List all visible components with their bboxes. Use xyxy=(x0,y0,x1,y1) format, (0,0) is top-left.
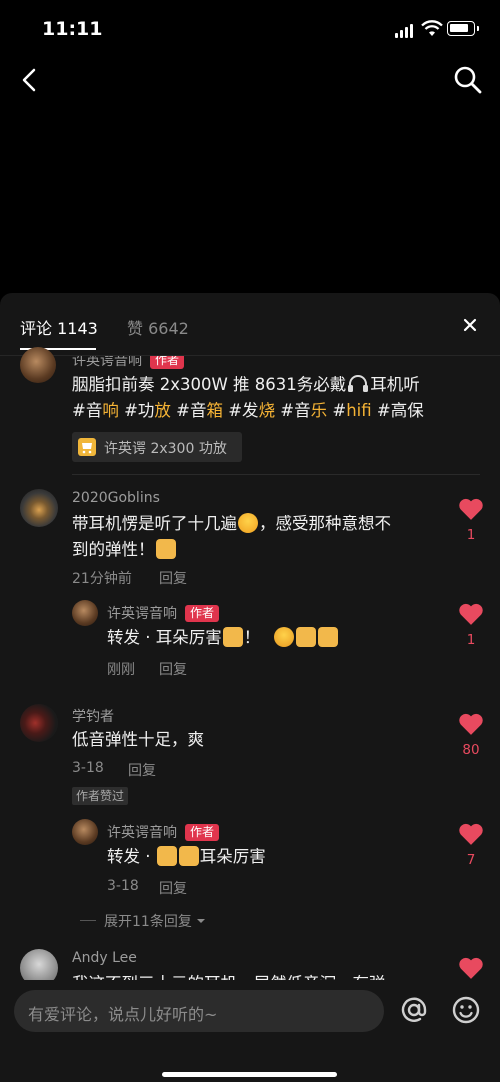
emoji-icon[interactable] xyxy=(450,994,482,1026)
chevron-down-icon xyxy=(196,919,205,923)
author-liked-badge: 作者赞过 xyxy=(72,787,129,805)
like-button[interactable]: 7 xyxy=(456,822,486,868)
like-count: 7 xyxy=(466,852,476,868)
heart-icon xyxy=(459,713,483,735)
comment-input-placeholder: 有爱评论，说点儿好听的~ xyxy=(28,1005,218,1024)
comment-hashtags: #音响 #功放 #音箱 #发烧 #音乐 #hifi #高保 xyxy=(72,397,424,424)
heart-icon xyxy=(459,823,483,845)
search-icon[interactable] xyxy=(450,62,486,98)
status-bar: 11:11 xyxy=(0,0,500,60)
like-button[interactable]: 1 xyxy=(456,602,486,648)
hashtag-text[interactable]: #音 xyxy=(72,401,102,420)
avatar[interactable] xyxy=(20,704,58,742)
like-count: 80 xyxy=(462,742,480,758)
comment-text: 胭脂扣前奏 2x300W 推 8631务必戴 耳机听 xyxy=(72,375,420,394)
hashtag-text[interactable]: # xyxy=(327,401,346,420)
author-tag: 作者 xyxy=(185,605,220,622)
comment-time: 3-18 xyxy=(107,878,139,894)
comment-time: 刚刚 xyxy=(107,662,135,678)
hashtag-text[interactable]: #功 xyxy=(119,401,154,420)
hashtag-highlight[interactable]: 乐 xyxy=(311,401,328,420)
hashtag-text[interactable]: #音 xyxy=(171,401,206,420)
reply-button[interactable]: 回复 xyxy=(159,878,187,898)
thumbs-up-emoji-icon xyxy=(156,846,177,866)
reply-button[interactable]: 回复 xyxy=(159,568,187,588)
comment-time: 3-18 xyxy=(72,760,104,776)
product-title: 许英谔 2x300 功放 xyxy=(104,441,227,457)
comment-time: 21分钟前 xyxy=(72,571,132,587)
home-indicator xyxy=(162,1072,337,1077)
avatar[interactable] xyxy=(20,489,58,527)
like-button[interactable]: 1 xyxy=(456,497,486,543)
hashtag-highlight[interactable]: 放 xyxy=(154,401,171,420)
comments-sheet: 评论 1143 赞 6642 许英谔音响 作者 胭脂扣前奏 2x300W 推 86… xyxy=(0,293,500,1082)
clapping-emoji-icon xyxy=(295,627,316,647)
avatar[interactable] xyxy=(72,600,98,626)
avatar[interactable] xyxy=(72,819,98,845)
hashtag-text[interactable]: #高保 xyxy=(372,401,424,420)
thumbs-up-emoji-icon xyxy=(155,539,176,559)
comment-author-name[interactable]: 许英谔音响 作者 xyxy=(107,822,220,842)
hashtag-highlight[interactable]: 箱 xyxy=(206,401,223,420)
comment-text: 转发 · 耳朵厉害！ xyxy=(107,624,339,651)
product-link[interactable]: 许英谔 2x300 功放 xyxy=(72,432,242,462)
thumbs-up-emoji-icon xyxy=(222,627,243,647)
tab-comments[interactable]: 评论 1143 xyxy=(20,315,98,339)
heart-icon xyxy=(459,957,483,979)
laughing-emoji-icon xyxy=(238,513,258,533)
tab-likes[interactable]: 赞 6642 xyxy=(127,315,189,339)
comment-author-name[interactable]: 2020Goblins xyxy=(72,490,160,506)
reply-button[interactable]: 回复 xyxy=(159,659,187,679)
comment-author-name[interactable]: Andy Lee xyxy=(72,950,137,966)
expand-replies-button[interactable]: 展开11条回复 xyxy=(80,911,207,931)
at-mention-icon[interactable] xyxy=(398,994,430,1026)
reply-button[interactable]: 回复 xyxy=(128,760,156,780)
comment-text: 转发 · 耳朵厉害 xyxy=(107,846,266,866)
like-button[interactable]: 80 xyxy=(456,712,486,758)
headphones-icon xyxy=(348,375,369,392)
cellular-signal-icon xyxy=(395,22,417,38)
hashtag-text[interactable]: #发 xyxy=(223,401,258,420)
wifi-icon xyxy=(421,20,443,36)
surprised-emoji-icon xyxy=(273,627,294,647)
author-tag: 作者 xyxy=(185,824,220,841)
comment-text: 低音弹性十足，爽 xyxy=(72,730,204,749)
shopping-cart-icon xyxy=(78,438,96,456)
heart-icon xyxy=(459,603,483,625)
comment-text-line2: 到的弹性！ xyxy=(72,536,177,563)
comment-author-name[interactable]: 学钓者 xyxy=(72,706,114,726)
hashtag-highlight[interactable]: 响 xyxy=(102,401,119,420)
comment-input-bar: 有爱评论，说点儿好听的~ xyxy=(0,980,500,1082)
like-count: 1 xyxy=(466,527,476,543)
comment-author-name[interactable]: 许英谔音响 作者 xyxy=(107,603,220,623)
hashtag-text[interactable]: #音 xyxy=(275,401,310,420)
clapping-emoji-icon xyxy=(178,846,199,866)
back-arrow-icon[interactable] xyxy=(14,62,46,98)
like-count: 1 xyxy=(466,632,476,648)
comment-divider xyxy=(72,474,480,475)
hashtag-highlight[interactable]: hifi xyxy=(346,401,371,420)
heart-icon xyxy=(459,498,483,520)
thumbs-up-emoji-icon xyxy=(317,627,338,647)
avatar[interactable] xyxy=(20,347,56,383)
status-time: 11:11 xyxy=(42,18,103,40)
hashtag-highlight[interactable]: 烧 xyxy=(259,401,276,420)
close-icon[interactable] xyxy=(456,311,484,339)
battery-icon xyxy=(447,21,479,36)
comment-text: 带耳机愣是听了十几遍 ，感受那种意想不 xyxy=(72,513,391,533)
comment-tabs: 评论 1143 赞 6642 xyxy=(0,293,500,356)
comment-input[interactable]: 有爱评论，说点儿好听的~ xyxy=(14,990,384,1032)
